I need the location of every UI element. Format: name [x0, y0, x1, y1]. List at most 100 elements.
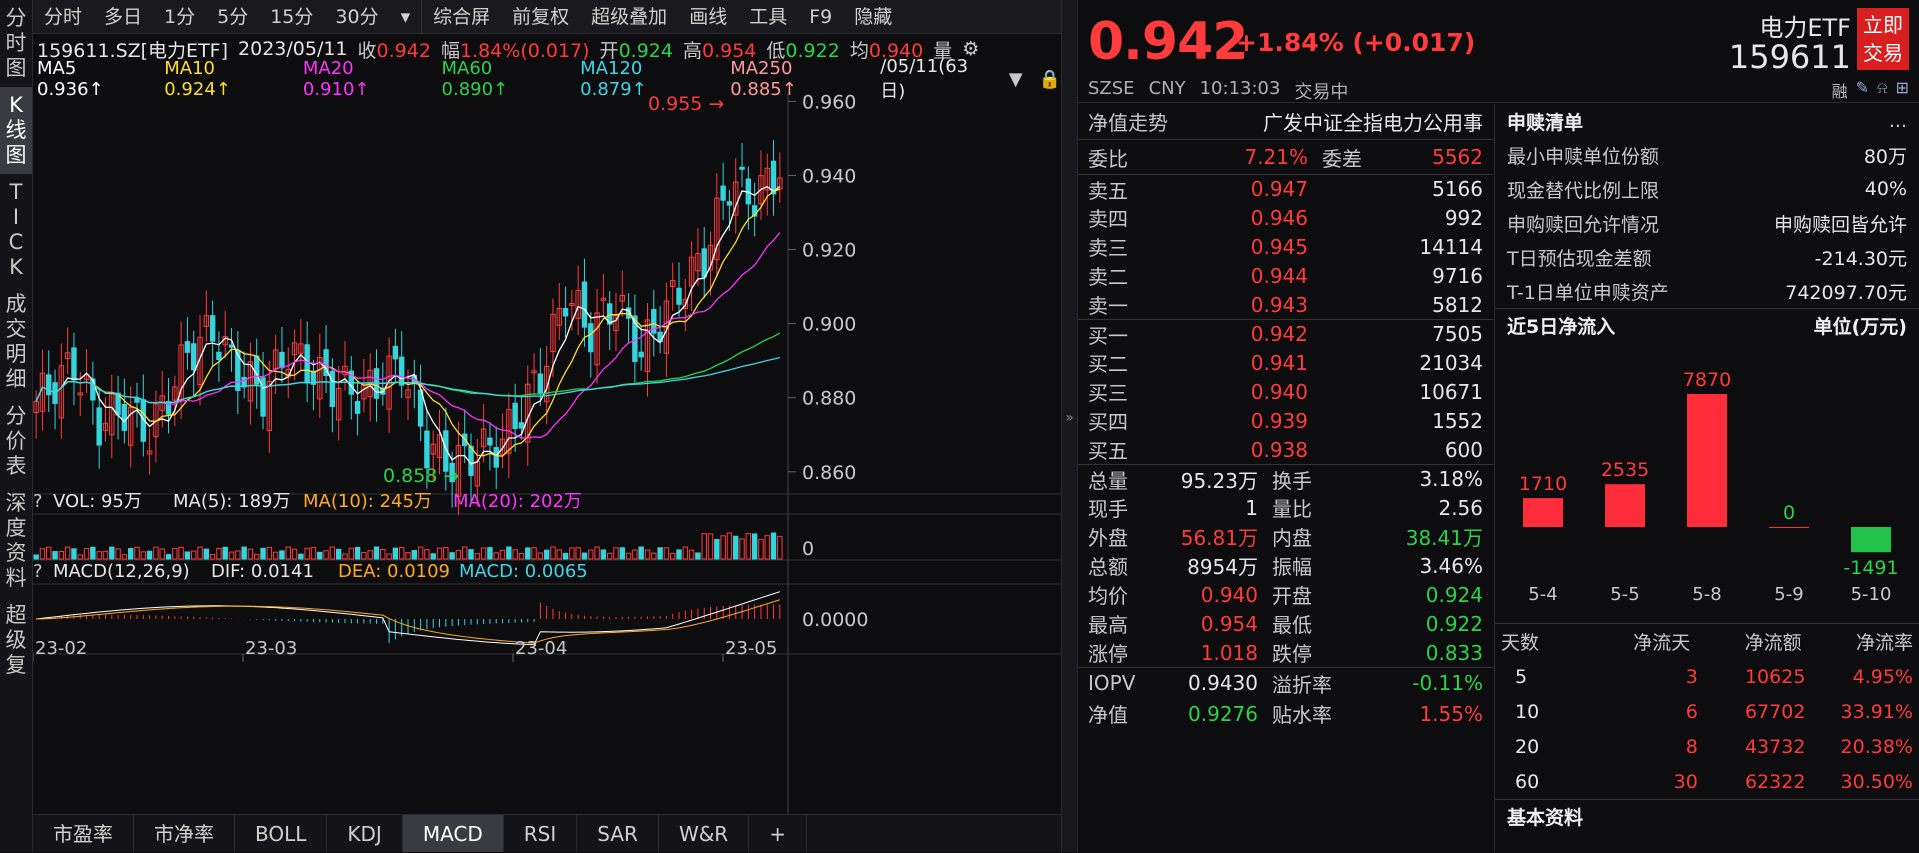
stat-label: 量比 [1272, 497, 1312, 521]
volume-bar [272, 551, 279, 560]
stat-value: 1 [1245, 495, 1258, 520]
vol-label: VOL: 95万 [53, 491, 142, 512]
volume-bar [575, 547, 581, 560]
toolbar-item[interactable]: 5分 [206, 0, 259, 34]
volume-bar [449, 552, 455, 560]
indicator-tab[interactable]: KDJ [327, 815, 403, 852]
more-button[interactable]: ... [1889, 110, 1907, 132]
volume-bar [398, 547, 405, 560]
volume-bar [134, 546, 140, 560]
indicator-tab[interactable]: MACD [402, 815, 504, 852]
toolbar-item[interactable]: F9 [798, 0, 843, 34]
left-nav-item[interactable]: 分 时 图 [0, 0, 32, 87]
stat-value: 0.924 [1425, 582, 1483, 607]
left-nav-item[interactable]: K 线 图 [0, 87, 32, 174]
price-change: +1.84% (+0.017) [1236, 28, 1476, 57]
basic-info-header[interactable]: 基本资料 [1495, 799, 1919, 833]
toolbar-item[interactable]: 30分 [324, 0, 389, 34]
macd-help-icon[interactable]: ? [33, 561, 43, 582]
order-book-row[interactable]: 卖五 0.947 5166 [1078, 174, 1493, 203]
order-book-row[interactable]: 买五 0.938 600 [1078, 435, 1493, 464]
volume-bar [153, 546, 159, 560]
toolbar-item[interactable]: 多日 [93, 0, 153, 34]
index-row: 净值走势 广发中证全指电力公用事 [1078, 104, 1493, 139]
volume-bar [77, 554, 83, 560]
kline-chart[interactable]: 0.960 0.940 0.920 0.900 0.880 0.860 0.955 → 0.8… [33, 94, 1061, 814]
toolbar-item[interactable]: 隐藏 [843, 0, 903, 34]
candle-body [398, 356, 405, 386]
indicator-tab[interactable]: W&R [659, 815, 750, 852]
nav-trend-label[interactable]: 净值走势 [1088, 107, 1198, 136]
volume-bar [606, 552, 613, 560]
left-nav-item[interactable]: 深 度 资 料 [0, 485, 32, 597]
order-book-row[interactable]: 买四 0.939 1552 [1078, 406, 1493, 435]
y-tick-label: 0.900 [802, 314, 856, 336]
level-label: 卖四 [1088, 207, 1128, 231]
add-icon[interactable]: ⊞ [1896, 78, 1909, 102]
order-book-row[interactable]: 买一 0.942 7505 [1078, 319, 1493, 348]
flow-bar-label: 0 [1783, 502, 1795, 524]
candle-body [134, 397, 140, 403]
flow-title: 近5日净流入 [1507, 316, 1616, 338]
candle-body [184, 341, 191, 353]
left-nav-item[interactable]: 超 级 复 [0, 597, 32, 684]
order-book-row[interactable]: 买三 0.940 10671 [1078, 377, 1493, 406]
order-book-row[interactable]: 买二 0.941 21034 [1078, 348, 1493, 377]
dropdown-icon[interactable]: ▼ [1009, 69, 1023, 90]
indicator-tab[interactable]: RSI [504, 815, 578, 852]
indicator-tab[interactable]: 市盈率 [33, 815, 134, 852]
vol-ma10-label: MA(10): 245万 [303, 491, 432, 512]
volume-bar [354, 546, 361, 560]
toolbar-item[interactable]: 分时 [33, 0, 93, 34]
toolbar-item[interactable]: ▾ [390, 0, 422, 34]
order-book-row[interactable]: 卖四 0.946 992 [1078, 203, 1493, 232]
volume-bar [720, 535, 726, 560]
candle-body [354, 400, 361, 414]
nav-value: 1.55% [1419, 701, 1483, 726]
volume-bar [109, 546, 115, 560]
left-nav-item[interactable]: T I C K [0, 174, 32, 286]
volume-bar [695, 552, 701, 560]
redeem-label: T日预估现金差额 [1507, 247, 1652, 270]
left-nav-item[interactable]: 成 交 明 细 [0, 286, 32, 398]
level-volume: 9716 [1432, 263, 1483, 288]
toolbar-item[interactable]: 画线 [678, 0, 738, 34]
level-label: 卖三 [1088, 236, 1128, 260]
order-book-row[interactable]: 卖一 0.943 5812 [1078, 290, 1493, 319]
left-nav-item[interactable]: 分 价 表 [0, 398, 32, 485]
y-tick-label: 0.860 [802, 462, 856, 484]
toolbar-item[interactable]: 前复权 [501, 0, 580, 34]
flow-day-label: 5-4 [1528, 584, 1557, 605]
order-book-row[interactable]: 卖二 0.944 9716 [1078, 261, 1493, 290]
volume-bar [317, 551, 323, 560]
volume-bar [146, 550, 153, 560]
indicator-tab[interactable]: BOLL [235, 815, 328, 852]
toolbar-item[interactable]: 工具 [738, 0, 798, 34]
trade-button[interactable]: 立即交易 [1857, 8, 1909, 70]
dea-label: DEA: 0.0109 [338, 561, 450, 582]
volume-bar [367, 550, 373, 560]
vol-help-icon[interactable]: ? [33, 491, 43, 512]
stat-label: 开盘 [1272, 584, 1312, 608]
toolbar-item[interactable]: 1分 [153, 0, 206, 34]
flow-cell: 67702 [1744, 700, 1806, 723]
order-book-row[interactable]: 卖三 0.945 14114 [1078, 232, 1493, 261]
edit-icon[interactable]: ✎ [1856, 78, 1869, 102]
toolbar-item[interactable]: 超级叠加 [580, 0, 678, 34]
candle-body [739, 166, 745, 170]
collapse-handle[interactable]: » [1061, 0, 1078, 852]
indicator-tab[interactable]: SAR [577, 815, 659, 852]
indicator-tab[interactable]: 市净率 [134, 815, 235, 852]
toolbar-item[interactable]: 综合屏 [421, 0, 501, 34]
lock-icon[interactable]: 🔒 [1039, 69, 1061, 90]
volume-bar [52, 551, 58, 560]
chart-toolbar: 分时 多日 1分 5分 15分 30分 ▾ 综合屏 前复权 超级叠加 画线 工具 F9 隐藏 [33, 0, 1061, 34]
volume-bar [424, 549, 430, 560]
indicator-tab[interactable]: + [749, 815, 807, 852]
flow-cell: 60 [1515, 770, 1540, 793]
stat-label: 振幅 [1272, 555, 1312, 579]
toolbar-item[interactable]: 15分 [259, 0, 324, 34]
flow-table-row: 20 8 43732 20.38% [1495, 729, 1919, 764]
bell-icon[interactable]: ⍾ [1877, 78, 1888, 102]
flow-cell: 10 [1515, 700, 1540, 723]
